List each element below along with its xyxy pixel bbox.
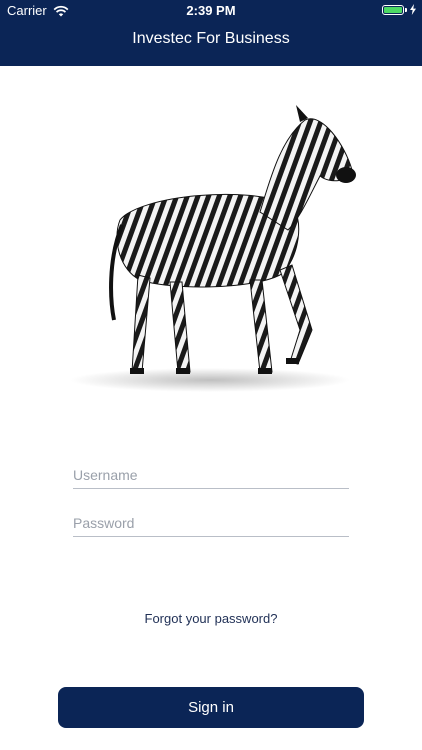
- username-field[interactable]: [73, 464, 349, 486]
- header-bar: Carrier 2:39 PM Investec For Business: [0, 0, 422, 66]
- battery-tip: [405, 7, 407, 12]
- zebra-illustration: [70, 105, 356, 392]
- status-bar: Carrier 2:39 PM: [0, 0, 422, 22]
- username-field-wrapper: [73, 464, 349, 489]
- password-field-wrapper: [73, 512, 349, 537]
- battery-indicator: [382, 4, 416, 15]
- page-title: Investec For Business: [132, 30, 290, 47]
- charging-bolt-icon: [410, 4, 416, 15]
- forgot-password-link[interactable]: Forgot your password?: [0, 611, 422, 626]
- password-field[interactable]: [73, 512, 349, 534]
- battery-icon: [382, 4, 404, 15]
- sign-in-button[interactable]: Sign in: [58, 687, 364, 728]
- status-time: 2:39 PM: [186, 3, 236, 18]
- battery-level: [384, 6, 402, 13]
